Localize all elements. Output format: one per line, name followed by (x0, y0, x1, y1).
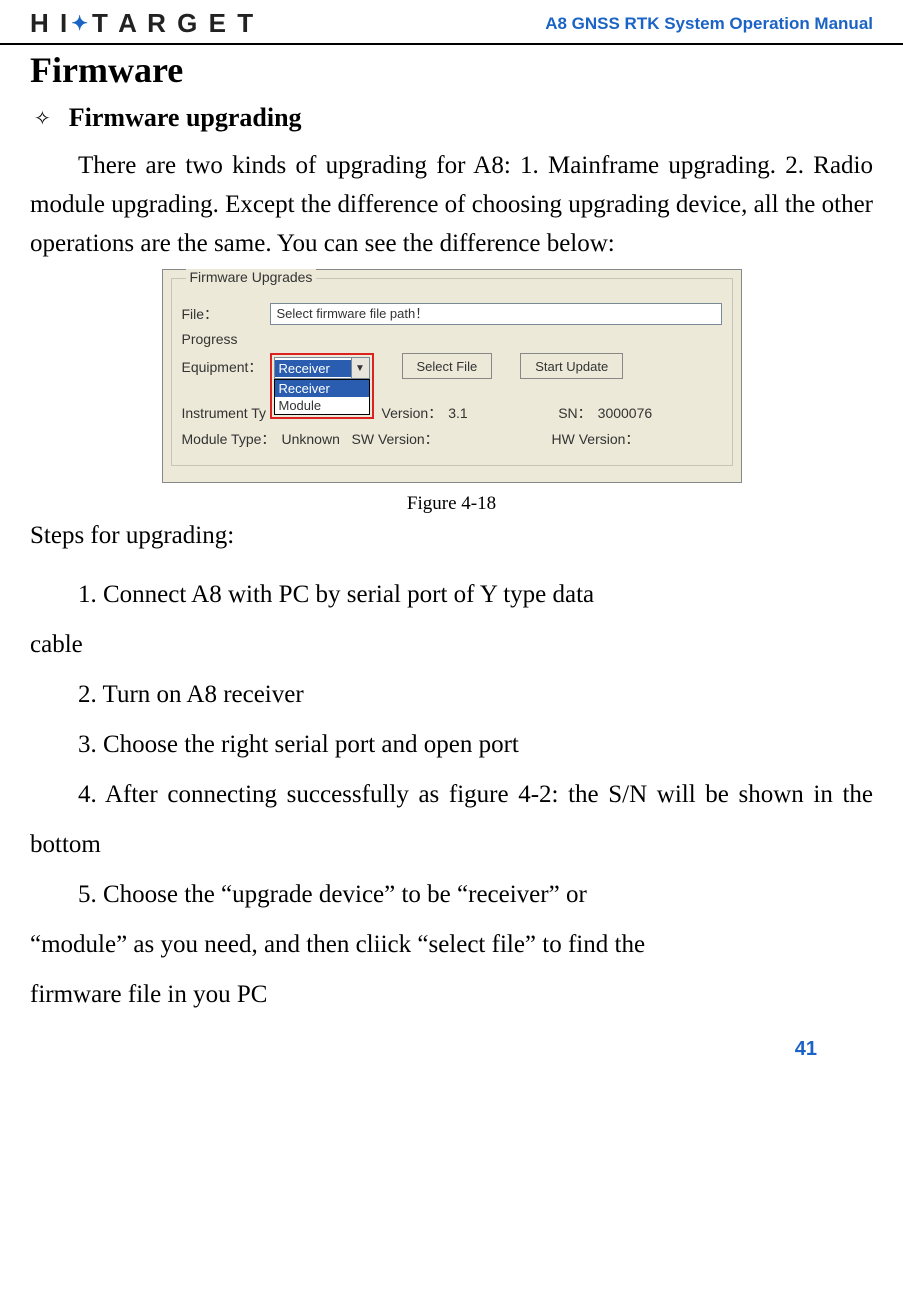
figure-caption: Figure 4-18 (30, 493, 873, 515)
step-4: 4. After connecting successfully as figu… (30, 770, 873, 870)
subheading-firmware-upgrading: Firmware upgrading (69, 103, 302, 133)
equipment-select-wrapper: Receiver ▼ Receiver Module (270, 353, 374, 419)
groupbox-legend: Firmware Upgrades (186, 269, 317, 285)
equipment-option-receiver[interactable]: Receiver (275, 380, 369, 397)
equipment-label: Equipment： (182, 353, 270, 377)
module-type-row: Module Type： Unknown SW Version： HW Vers… (182, 429, 722, 449)
intro-paragraph: There are two kinds of upgrading for A8:… (30, 147, 873, 263)
equipment-dropdown-list: Receiver Module (274, 379, 370, 415)
sn-value: 3000076 (598, 405, 653, 421)
equipment-highlight-box: Receiver ▼ Receiver Module (270, 353, 374, 419)
page-content: Firmware ✧ Firmware upgrading There are … (0, 45, 903, 1081)
module-type-label: Module Type： (182, 429, 282, 449)
instrument-row: Instrument Ty Version： 3.1 SN： 3000076 (182, 403, 722, 423)
progress-label: Progress (182, 331, 270, 347)
logo-hi-text: H I (30, 8, 69, 39)
file-row: File： Select firmware file path！ (182, 303, 722, 325)
heading-firmware: Firmware (30, 49, 873, 91)
brand-logo: H I ✦ T A R G E T (30, 8, 255, 39)
equipment-option-module[interactable]: Module (275, 397, 369, 414)
file-label: File： (182, 304, 270, 324)
sw-version-label: SW Version： (352, 429, 472, 449)
sn-label: SN： (558, 403, 591, 423)
step-1-line-b: cable (30, 620, 873, 670)
doc-title: A8 GNSS RTK System Operation Manual (545, 14, 873, 34)
equipment-dropdown[interactable]: Receiver ▼ (274, 357, 370, 379)
step-5-line-a: 5. Choose the “upgrade device” to be “re… (30, 870, 873, 920)
logo-target-text: T A R G E T (92, 8, 255, 39)
instrument-type-label: Instrument Ty (182, 405, 282, 421)
start-update-button[interactable]: Start Update (520, 353, 623, 379)
step-5-line-b: “module” as you need, and then cliick “s… (30, 920, 873, 970)
file-path-input[interactable]: Select firmware file path！ (270, 303, 722, 325)
equipment-selected-value: Receiver (275, 360, 351, 377)
step-5-line-c: firmware file in you PC (30, 970, 873, 1020)
module-type-value: Unknown (282, 431, 352, 447)
version-value: 3.1 (448, 405, 508, 421)
step-3: 3. Choose the right serial port and open… (30, 720, 873, 770)
dropdown-arrow-icon: ▼ (351, 358, 369, 378)
progress-row: Progress (182, 331, 722, 347)
hw-version-label: HW Version： (552, 429, 640, 449)
step-2: 2. Turn on A8 receiver (30, 670, 873, 720)
subheading-row: ✧ Firmware upgrading (30, 103, 873, 133)
diamond-bullet-icon: ✧ (34, 106, 51, 131)
page-number: 41 (30, 1038, 873, 1061)
version-label: Version： (382, 403, 443, 423)
page-header: H I ✦ T A R G E T A8 GNSS RTK System Ope… (0, 0, 903, 45)
select-file-button[interactable]: Select File (402, 353, 493, 379)
step-1-line-a: 1. Connect A8 with PC by serial port of … (30, 570, 873, 620)
logo-dot-icon: ✦ (71, 11, 90, 36)
steps-intro: Steps for upgrading: (30, 517, 873, 556)
firmware-upgrades-screenshot: Firmware Upgrades File： Select firmware … (162, 269, 742, 483)
